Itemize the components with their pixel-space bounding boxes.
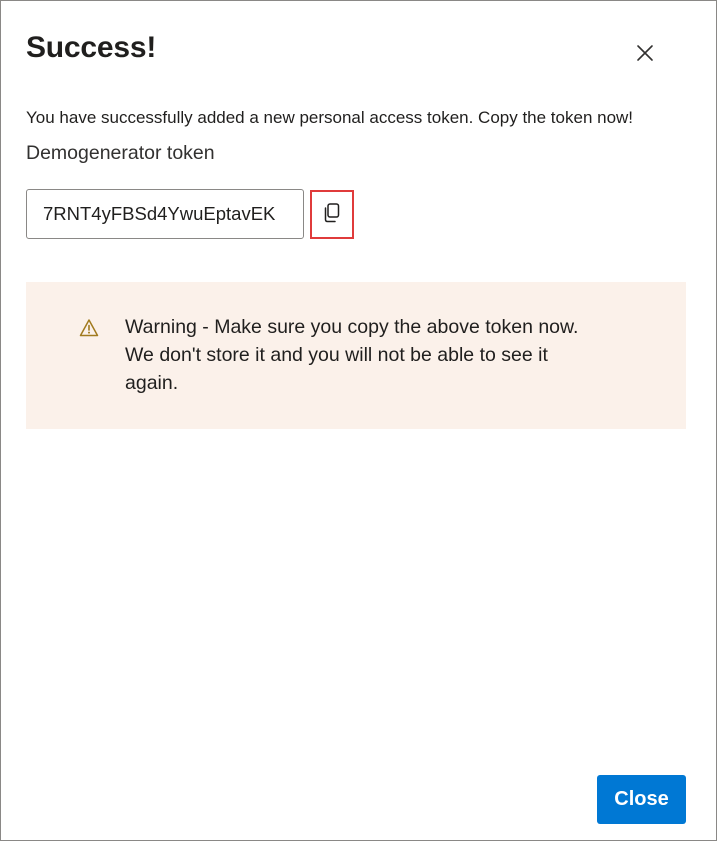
close-icon[interactable] bbox=[633, 41, 657, 65]
warning-triangle-icon bbox=[79, 318, 99, 338]
token-value-field[interactable] bbox=[26, 189, 304, 239]
token-name-label: Demogenerator token bbox=[26, 142, 215, 164]
success-dialog: Success! You have successfully added a n… bbox=[0, 0, 717, 841]
copy-icon bbox=[323, 203, 341, 226]
copy-token-button[interactable] bbox=[310, 190, 354, 239]
success-message: You have successfully added a new person… bbox=[26, 108, 634, 127]
dialog-title: Success! bbox=[26, 31, 157, 64]
warning-text: Warning - Make sure you copy the above t… bbox=[125, 316, 579, 394]
warning-message-bar: Warning - Make sure you copy the above t… bbox=[26, 282, 686, 429]
close-button[interactable]: Close bbox=[597, 775, 686, 824]
